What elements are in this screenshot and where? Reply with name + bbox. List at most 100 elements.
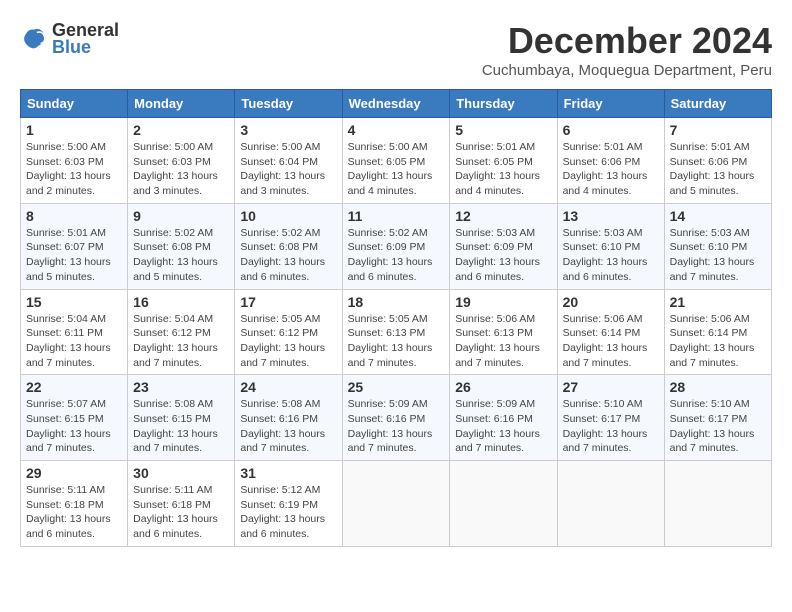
calendar-cell: 28 Sunrise: 5:10 AM Sunset: 6:17 PM Dayl…: [664, 375, 771, 461]
day-number: 29: [26, 465, 122, 481]
calendar-week-2: 8 Sunrise: 5:01 AM Sunset: 6:07 PM Dayli…: [21, 203, 772, 289]
day-info: Sunrise: 5:03 AM Sunset: 6:10 PM Dayligh…: [670, 226, 766, 285]
calendar-cell: 30 Sunrise: 5:11 AM Sunset: 6:18 PM Dayl…: [128, 461, 235, 547]
calendar-cell: 20 Sunrise: 5:06 AM Sunset: 6:14 PM Dayl…: [557, 289, 664, 375]
calendar-cell: [342, 461, 450, 547]
day-info: Sunrise: 5:01 AM Sunset: 6:05 PM Dayligh…: [455, 140, 551, 199]
day-info: Sunrise: 5:00 AM Sunset: 6:03 PM Dayligh…: [133, 140, 229, 199]
day-number: 14: [670, 208, 766, 224]
day-info: Sunrise: 5:02 AM Sunset: 6:09 PM Dayligh…: [348, 226, 445, 285]
day-number: 22: [26, 379, 122, 395]
day-info: Sunrise: 5:10 AM Sunset: 6:17 PM Dayligh…: [670, 397, 766, 456]
calendar-cell: 25 Sunrise: 5:09 AM Sunset: 6:16 PM Dayl…: [342, 375, 450, 461]
calendar-cell: 4 Sunrise: 5:00 AM Sunset: 6:05 PM Dayli…: [342, 118, 450, 204]
day-number: 30: [133, 465, 229, 481]
calendar-cell: 26 Sunrise: 5:09 AM Sunset: 6:16 PM Dayl…: [450, 375, 557, 461]
calendar-cell: 19 Sunrise: 5:06 AM Sunset: 6:13 PM Dayl…: [450, 289, 557, 375]
day-info: Sunrise: 5:08 AM Sunset: 6:16 PM Dayligh…: [240, 397, 336, 456]
day-number: 2: [133, 122, 229, 138]
day-info: Sunrise: 5:09 AM Sunset: 6:16 PM Dayligh…: [348, 397, 445, 456]
day-info: Sunrise: 5:11 AM Sunset: 6:18 PM Dayligh…: [26, 483, 122, 542]
calendar-cell: 13 Sunrise: 5:03 AM Sunset: 6:10 PM Dayl…: [557, 203, 664, 289]
logo-text: General Blue: [52, 20, 119, 58]
day-info: Sunrise: 5:04 AM Sunset: 6:11 PM Dayligh…: [26, 312, 122, 371]
day-number: 10: [240, 208, 336, 224]
weekday-header-saturday: Saturday: [664, 90, 771, 118]
day-info: Sunrise: 5:06 AM Sunset: 6:13 PM Dayligh…: [455, 312, 551, 371]
month-title: December 2024: [482, 20, 772, 62]
calendar-cell: 9 Sunrise: 5:02 AM Sunset: 6:08 PM Dayli…: [128, 203, 235, 289]
calendar-cell: 17 Sunrise: 5:05 AM Sunset: 6:12 PM Dayl…: [235, 289, 342, 375]
weekday-header-friday: Friday: [557, 90, 664, 118]
day-number: 18: [348, 294, 445, 310]
calendar-cell: 1 Sunrise: 5:00 AM Sunset: 6:03 PM Dayli…: [21, 118, 128, 204]
calendar-cell: 22 Sunrise: 5:07 AM Sunset: 6:15 PM Dayl…: [21, 375, 128, 461]
logo-icon: [20, 25, 48, 53]
weekday-header-tuesday: Tuesday: [235, 90, 342, 118]
calendar-cell: 14 Sunrise: 5:03 AM Sunset: 6:10 PM Dayl…: [664, 203, 771, 289]
day-number: 24: [240, 379, 336, 395]
calendar-week-3: 15 Sunrise: 5:04 AM Sunset: 6:11 PM Dayl…: [21, 289, 772, 375]
day-info: Sunrise: 5:01 AM Sunset: 6:07 PM Dayligh…: [26, 226, 122, 285]
day-number: 26: [455, 379, 551, 395]
calendar-cell: 8 Sunrise: 5:01 AM Sunset: 6:07 PM Dayli…: [21, 203, 128, 289]
day-number: 1: [26, 122, 122, 138]
day-number: 7: [670, 122, 766, 138]
day-info: Sunrise: 5:00 AM Sunset: 6:05 PM Dayligh…: [348, 140, 445, 199]
calendar-cell: [664, 461, 771, 547]
day-number: 11: [348, 208, 445, 224]
day-number: 20: [563, 294, 659, 310]
calendar-week-5: 29 Sunrise: 5:11 AM Sunset: 6:18 PM Dayl…: [21, 461, 772, 547]
day-number: 31: [240, 465, 336, 481]
day-number: 15: [26, 294, 122, 310]
day-info: Sunrise: 5:02 AM Sunset: 6:08 PM Dayligh…: [133, 226, 229, 285]
calendar-cell: 7 Sunrise: 5:01 AM Sunset: 6:06 PM Dayli…: [664, 118, 771, 204]
day-number: 16: [133, 294, 229, 310]
day-number: 25: [348, 379, 445, 395]
location-subtitle: Cuchumbaya, Moquegua Department, Peru: [482, 62, 772, 79]
calendar-cell: 16 Sunrise: 5:04 AM Sunset: 6:12 PM Dayl…: [128, 289, 235, 375]
calendar-cell: [450, 461, 557, 547]
day-info: Sunrise: 5:10 AM Sunset: 6:17 PM Dayligh…: [563, 397, 659, 456]
calendar-cell: 29 Sunrise: 5:11 AM Sunset: 6:18 PM Dayl…: [21, 461, 128, 547]
day-number: 21: [670, 294, 766, 310]
day-number: 12: [455, 208, 551, 224]
day-info: Sunrise: 5:09 AM Sunset: 6:16 PM Dayligh…: [455, 397, 551, 456]
day-info: Sunrise: 5:06 AM Sunset: 6:14 PM Dayligh…: [670, 312, 766, 371]
calendar-week-4: 22 Sunrise: 5:07 AM Sunset: 6:15 PM Dayl…: [21, 375, 772, 461]
weekday-header-thursday: Thursday: [450, 90, 557, 118]
day-number: 5: [455, 122, 551, 138]
calendar-week-1: 1 Sunrise: 5:00 AM Sunset: 6:03 PM Dayli…: [21, 118, 772, 204]
day-info: Sunrise: 5:05 AM Sunset: 6:13 PM Dayligh…: [348, 312, 445, 371]
calendar-cell: 18 Sunrise: 5:05 AM Sunset: 6:13 PM Dayl…: [342, 289, 450, 375]
day-number: 23: [133, 379, 229, 395]
day-number: 3: [240, 122, 336, 138]
day-info: Sunrise: 5:03 AM Sunset: 6:09 PM Dayligh…: [455, 226, 551, 285]
logo: General Blue: [20, 20, 119, 58]
day-number: 27: [563, 379, 659, 395]
day-info: Sunrise: 5:02 AM Sunset: 6:08 PM Dayligh…: [240, 226, 336, 285]
day-number: 9: [133, 208, 229, 224]
calendar-cell: 10 Sunrise: 5:02 AM Sunset: 6:08 PM Dayl…: [235, 203, 342, 289]
day-info: Sunrise: 5:04 AM Sunset: 6:12 PM Dayligh…: [133, 312, 229, 371]
calendar-cell: 31 Sunrise: 5:12 AM Sunset: 6:19 PM Dayl…: [235, 461, 342, 547]
day-info: Sunrise: 5:01 AM Sunset: 6:06 PM Dayligh…: [563, 140, 659, 199]
day-info: Sunrise: 5:05 AM Sunset: 6:12 PM Dayligh…: [240, 312, 336, 371]
calendar-cell: 3 Sunrise: 5:00 AM Sunset: 6:04 PM Dayli…: [235, 118, 342, 204]
calendar-cell: 5 Sunrise: 5:01 AM Sunset: 6:05 PM Dayli…: [450, 118, 557, 204]
logo-blue: Blue: [52, 37, 119, 58]
weekday-header-wednesday: Wednesday: [342, 90, 450, 118]
weekday-header-monday: Monday: [128, 90, 235, 118]
day-number: 19: [455, 294, 551, 310]
day-info: Sunrise: 5:12 AM Sunset: 6:19 PM Dayligh…: [240, 483, 336, 542]
day-number: 8: [26, 208, 122, 224]
day-number: 6: [563, 122, 659, 138]
day-number: 17: [240, 294, 336, 310]
title-section: December 2024 Cuchumbaya, Moquegua Depar…: [482, 20, 772, 79]
day-info: Sunrise: 5:06 AM Sunset: 6:14 PM Dayligh…: [563, 312, 659, 371]
day-info: Sunrise: 5:03 AM Sunset: 6:10 PM Dayligh…: [563, 226, 659, 285]
weekday-header-sunday: Sunday: [21, 90, 128, 118]
day-info: Sunrise: 5:11 AM Sunset: 6:18 PM Dayligh…: [133, 483, 229, 542]
calendar-cell: 24 Sunrise: 5:08 AM Sunset: 6:16 PM Dayl…: [235, 375, 342, 461]
calendar-cell: 27 Sunrise: 5:10 AM Sunset: 6:17 PM Dayl…: [557, 375, 664, 461]
